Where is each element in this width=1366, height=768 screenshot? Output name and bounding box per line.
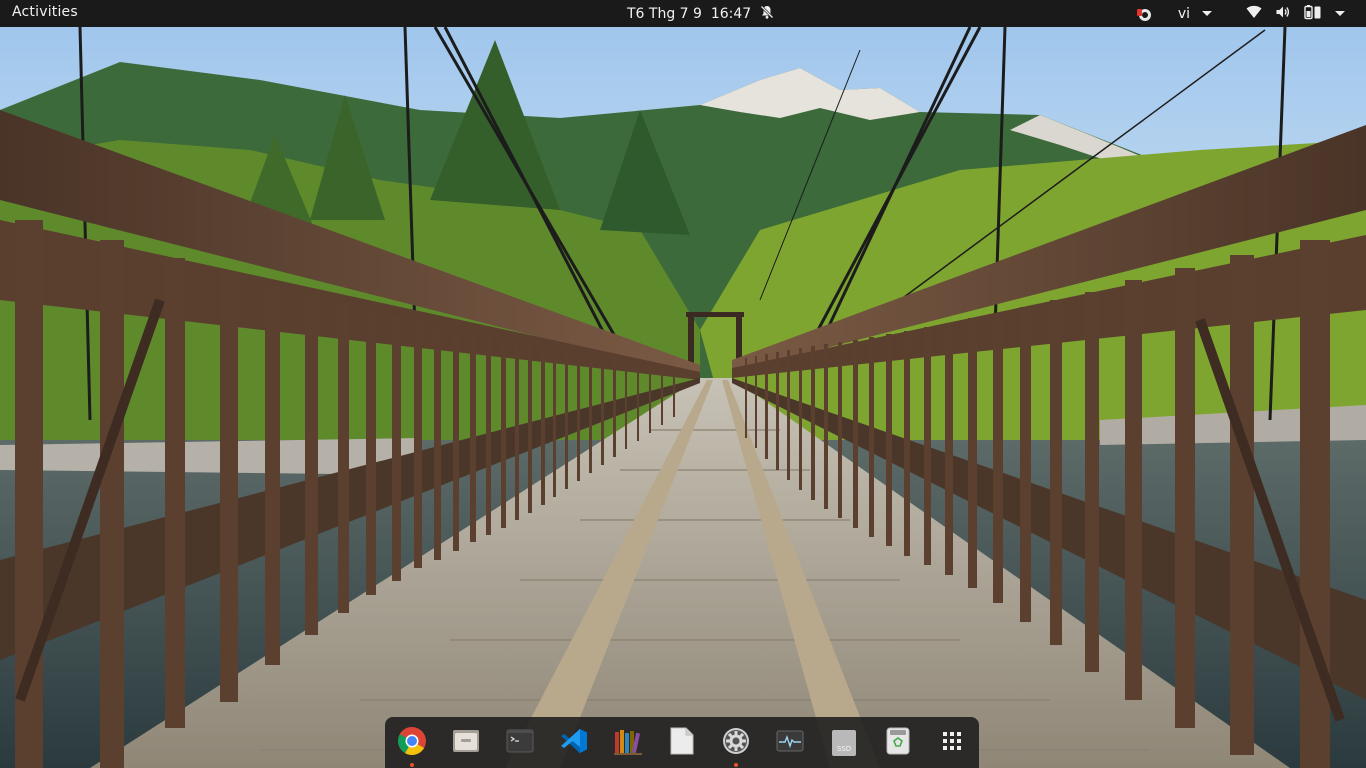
system-monitor-icon: [776, 729, 804, 757]
dock-item-trash[interactable]: [880, 725, 916, 761]
top-bar: Activities T6 Thg 7 9 16:47 vi: [0, 0, 1366, 27]
trash-icon: [886, 727, 910, 759]
dock-item-text-document[interactable]: [664, 725, 700, 761]
clock-menu[interactable]: T6 Thg 7 9 16:47: [627, 4, 775, 24]
dock-item-files[interactable]: [448, 725, 484, 761]
folder-icon: [452, 728, 480, 758]
bell-muted-icon: [759, 4, 775, 24]
chevron-down-icon: [1202, 11, 1212, 16]
system-tray: vi: [1136, 0, 1366, 27]
battery-icon: [1304, 4, 1322, 24]
dock-item-disk[interactable]: SSD: [826, 725, 862, 761]
chevron-down-icon: [1335, 11, 1345, 16]
speaker-icon: [1275, 4, 1291, 24]
ssd-icon: SSD: [832, 730, 856, 756]
gear-icon: [722, 727, 750, 759]
activities-button[interactable]: Activities: [12, 4, 78, 20]
books-icon: [613, 727, 643, 759]
terminal-icon: [506, 729, 534, 757]
app-indicator-icon[interactable]: [1136, 6, 1152, 22]
desktop-wallpaper: [0, 0, 1366, 768]
dock-item-vscode[interactable]: [556, 725, 592, 761]
dock-item-terminal[interactable]: [502, 725, 538, 761]
clock-label: T6 Thg 7 9 16:47: [627, 6, 752, 22]
dock-item-show-applications[interactable]: [934, 725, 970, 761]
dock-item-system-monitor[interactable]: [772, 725, 808, 761]
dock: SSD: [385, 717, 979, 768]
input-language-label: vi: [1177, 5, 1190, 22]
dock-item-settings[interactable]: [718, 725, 754, 767]
document-icon: [670, 727, 694, 759]
dock-item-chrome[interactable]: [394, 725, 430, 767]
running-indicator: [734, 763, 738, 767]
ssd-label: SSD: [836, 745, 852, 753]
dock-item-library[interactable]: [610, 725, 646, 761]
vscode-icon: [560, 727, 588, 759]
chrome-icon: [397, 726, 427, 760]
running-indicator: [410, 763, 414, 767]
system-status-menu[interactable]: [1246, 4, 1345, 24]
input-language-menu[interactable]: vi: [1178, 6, 1212, 22]
app-grid-icon: [942, 731, 962, 755]
wifi-icon: [1246, 5, 1262, 23]
